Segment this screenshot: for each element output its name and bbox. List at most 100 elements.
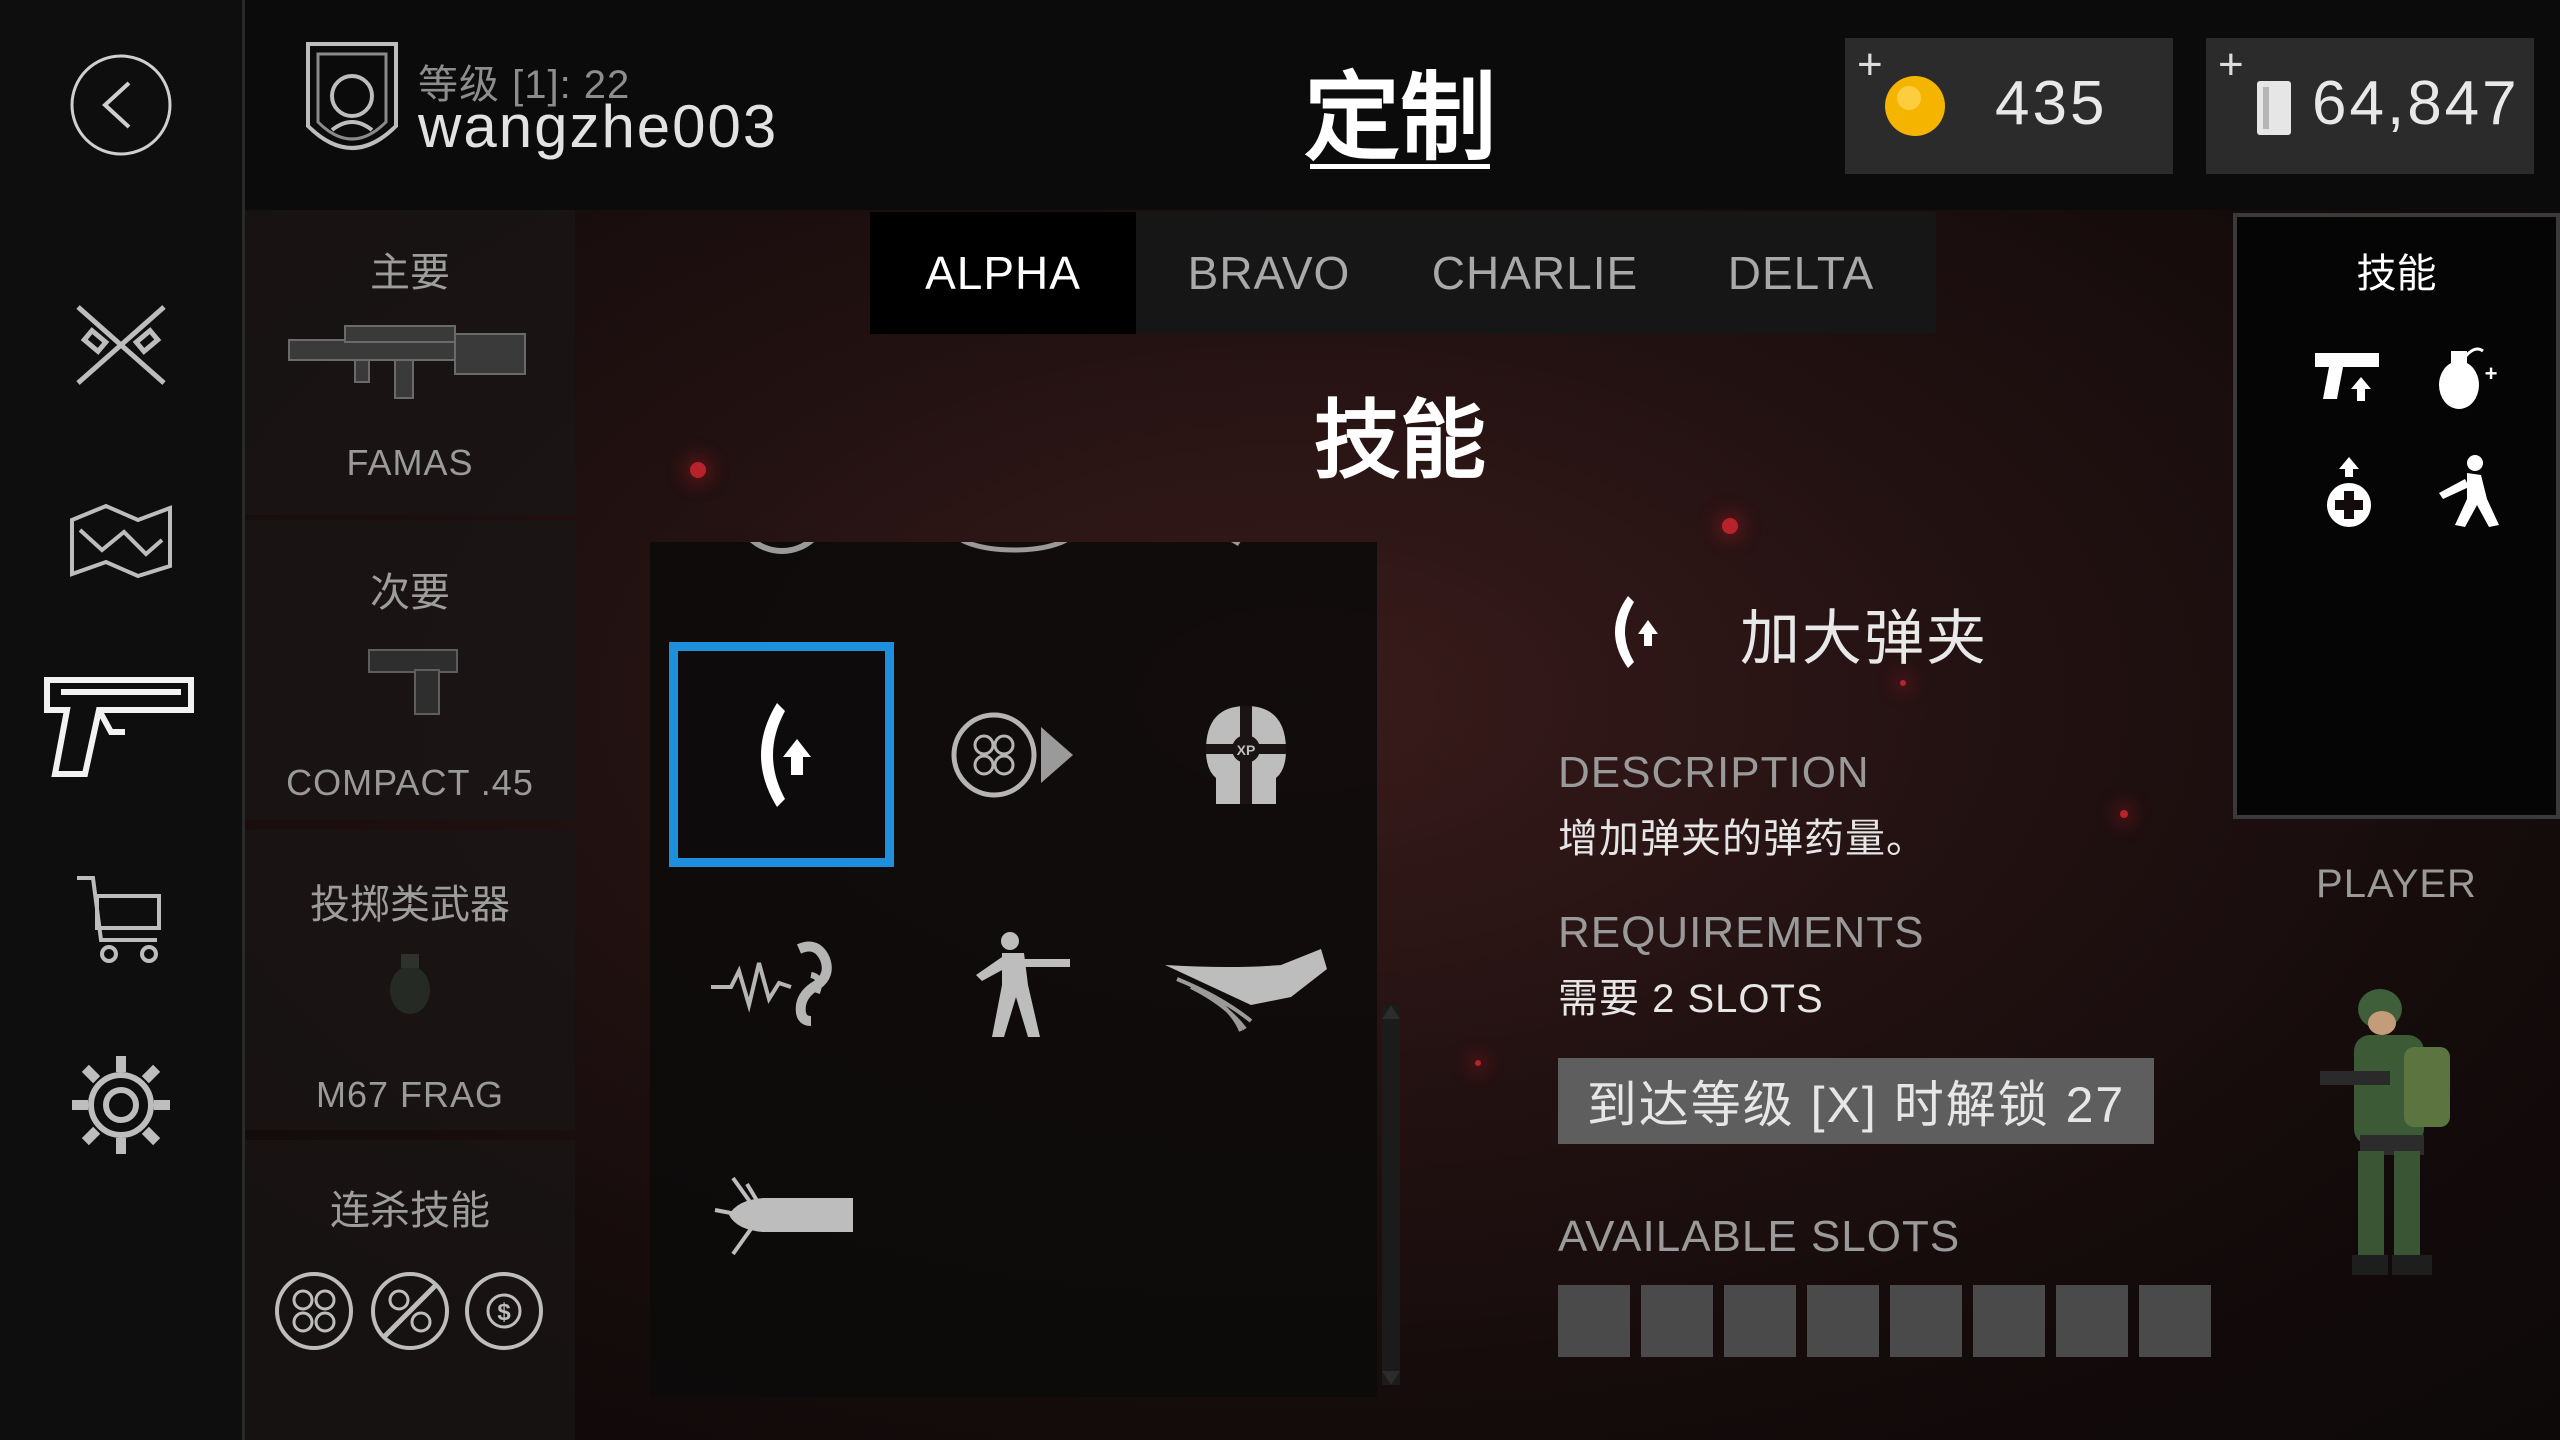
skill-slot xyxy=(1558,1285,1630,1357)
nav-weapons-button[interactable] xyxy=(0,655,242,795)
ember xyxy=(1900,680,1906,686)
player-username: wangzhe003 xyxy=(418,93,779,160)
throwable-slot[interactable]: 投掷类武器 M67 FRAG xyxy=(245,830,575,1130)
skill-xp-boost[interactable]: XP xyxy=(1133,642,1358,867)
nav-rail xyxy=(0,0,245,1440)
class-tabs: ALPHA BRAVO CHARLIE DELTA xyxy=(870,212,1936,334)
frag-grenade-icon xyxy=(390,954,430,1014)
skill-slot xyxy=(1973,1285,2045,1357)
secondary-weapon-slot[interactable]: 次要 COMPACT .45 xyxy=(245,520,575,820)
cash-card-icon xyxy=(2257,81,2291,135)
skill-extended-mag[interactable] xyxy=(669,642,894,867)
equipped-skills-panel: 技能 + xyxy=(2233,213,2560,819)
throwable-name: M67 FRAG xyxy=(315,1074,505,1115)
equipped-skills-title: 技能 xyxy=(2356,252,2437,296)
map-icon xyxy=(70,503,172,579)
fast-hand-icon xyxy=(1164,948,1327,1032)
skill-ammo[interactable] xyxy=(669,1102,894,1327)
drone-boost-icon xyxy=(951,712,1073,797)
pistol-icon xyxy=(44,677,194,777)
description-text: 增加弹夹的弹药量。 xyxy=(1558,817,1927,861)
skill-speed[interactable] xyxy=(669,542,894,617)
svg-text:+: + xyxy=(2485,361,2498,386)
skill-hand[interactable] xyxy=(1133,542,1358,617)
nav-loadout-button[interactable] xyxy=(0,290,242,400)
hand-icon xyxy=(1231,542,1240,546)
skills-grid: XP xyxy=(650,542,1377,1397)
medkit-icon[interactable] xyxy=(2309,453,2389,533)
skill-stealth[interactable] xyxy=(901,542,1126,617)
scroll-up-icon xyxy=(1382,1005,1400,1019)
bullet-icon xyxy=(714,1176,853,1255)
back-button[interactable] xyxy=(0,48,242,162)
tab-alpha[interactable]: ALPHA xyxy=(870,212,1136,334)
back-icon xyxy=(70,54,172,156)
handgun-icon xyxy=(368,649,458,715)
available-slots-label: AVAILABLE SLOTS xyxy=(1558,1212,1961,1261)
skills-scrollbar[interactable] xyxy=(1382,1005,1400,1385)
skill-slot xyxy=(1890,1285,1962,1357)
cash-value: 64,847 xyxy=(2312,69,2520,138)
skill-slot xyxy=(2056,1285,2128,1357)
scroll-down-icon xyxy=(1382,1371,1400,1385)
throwable-label: 投掷类武器 xyxy=(310,883,510,927)
skill-slot xyxy=(1807,1285,1879,1357)
soldier-icon xyxy=(975,931,1070,1037)
tab-bravo[interactable]: BRAVO xyxy=(1136,212,1402,334)
tab-charlie[interactable]: CHARLIE xyxy=(1402,212,1668,334)
section-title: 技能 xyxy=(1314,393,1486,489)
skill-hearing[interactable] xyxy=(669,872,894,1097)
svg-text:XP: XP xyxy=(1236,742,1255,758)
extended-mag-icon xyxy=(760,702,811,807)
skill-slot xyxy=(1724,1285,1796,1357)
ember xyxy=(1722,518,1738,534)
skill-slot xyxy=(1641,1285,1713,1357)
tab-delta[interactable]: DELTA xyxy=(1668,212,1934,334)
secondary-weapon-name: COMPACT .45 xyxy=(286,762,534,803)
cart-icon xyxy=(77,876,161,963)
soldier-character xyxy=(2320,989,2450,1275)
selected-skill-name: 加大弹夹 xyxy=(1740,605,1988,672)
primary-label: 主要 xyxy=(370,251,450,295)
gear-icon xyxy=(72,1056,170,1154)
killstreak-slot[interactable]: 连杀技能 $ xyxy=(245,1140,575,1440)
cash-drone-icon: $ xyxy=(465,1272,543,1350)
sprint-icon[interactable] xyxy=(2425,453,2505,533)
coins-counter[interactable]: + 435 xyxy=(1845,38,2173,174)
selected-skill-icon xyxy=(1615,596,1658,668)
player-label: PLAYER xyxy=(2316,862,2477,906)
player-badge-icon xyxy=(306,42,398,150)
killstreak-label: 连杀技能 xyxy=(330,1189,490,1233)
cash-counter[interactable]: + 64,847 xyxy=(2206,38,2534,174)
svg-text:$: $ xyxy=(497,1299,511,1326)
crossed-weapons-icon xyxy=(76,305,166,385)
stealth-icon xyxy=(960,542,1067,552)
speed-icon xyxy=(749,542,814,554)
title-underline xyxy=(1310,164,1490,169)
nav-map-button[interactable] xyxy=(0,490,242,590)
add-coins-icon[interactable]: + xyxy=(1857,40,1883,90)
loadout-panel: 主要 FAMAS 次要 COMPACT .45 投掷类武器 M67 FRAG 连… xyxy=(245,210,575,1440)
hearing-icon xyxy=(710,941,832,1026)
skill-fast-hands[interactable] xyxy=(1133,872,1358,1097)
gun-skill-icon[interactable] xyxy=(2309,337,2389,417)
primary-weapon-slot[interactable]: 主要 FAMAS xyxy=(245,210,575,515)
available-slots xyxy=(1558,1285,2211,1357)
page-title: 定制 xyxy=(1304,65,1496,172)
nav-shop-button[interactable] xyxy=(0,860,242,980)
ember xyxy=(2120,810,2128,818)
skill-soldier[interactable] xyxy=(901,872,1126,1097)
add-cash-icon[interactable]: + xyxy=(2218,40,2244,90)
coins-value: 435 xyxy=(1995,69,2108,138)
skill-drone-boost[interactable] xyxy=(901,642,1126,867)
ember xyxy=(690,462,706,478)
requirements-text: 需要 2 SLOTS xyxy=(1558,977,1824,1021)
primary-weapon-name: FAMAS xyxy=(346,442,474,483)
unlock-button[interactable]: 到达等级 [X] 时解锁 27 xyxy=(1558,1058,2154,1144)
secondary-label: 次要 xyxy=(370,571,450,615)
nav-settings-button[interactable] xyxy=(0,1050,242,1160)
skill-slot xyxy=(2139,1285,2211,1357)
drone-disabled-icon xyxy=(371,1272,449,1350)
grenade-plus-icon[interactable]: + xyxy=(2425,337,2505,417)
xp-head-icon: XP xyxy=(1205,705,1286,804)
